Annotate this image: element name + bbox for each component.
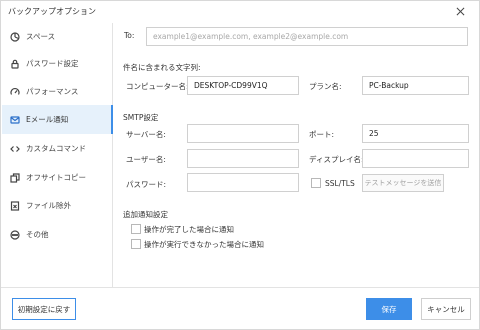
notify-on-fail-label: 操作が実行できなかった場合に通知	[144, 240, 264, 249]
password-input[interactable]	[187, 173, 299, 192]
backup-options-dialog: バックアップオプション スペース パスワード設定 パフォーマンス Eメール通知 …	[0, 0, 480, 330]
email-settings-panel: To: example1@example.com, example2@examp…	[114, 23, 479, 287]
email-icon	[7, 112, 23, 128]
notify-on-complete-checkbox[interactable]	[131, 224, 141, 234]
sidebar-item-password[interactable]: パスワード設定	[2, 50, 113, 77]
close-button[interactable]	[451, 3, 469, 21]
reset-defaults-button[interactable]: 初期設定に戻す	[12, 298, 76, 320]
file-exclude-icon	[7, 198, 23, 214]
computer-name-input[interactable]: DESKTOP-CD99V1Q	[187, 76, 299, 95]
additional-notification-heading: 追加通知設定	[123, 210, 168, 219]
sidebar-item-performance[interactable]: パフォーマンス	[2, 78, 113, 105]
close-icon	[456, 7, 465, 18]
offsite-copy-icon	[7, 170, 23, 186]
display-name-input[interactable]	[362, 149, 469, 168]
sidebar-item-other[interactable]: その他	[2, 221, 113, 248]
code-icon	[7, 141, 23, 157]
performance-icon	[7, 84, 23, 100]
ssl-tls-label: SSL/TLS	[325, 179, 355, 188]
dialog-title: バックアップオプション	[8, 7, 96, 16]
server-name-input[interactable]	[187, 124, 299, 143]
password-label: パスワード:	[126, 180, 167, 189]
port-label: ポート:	[309, 130, 335, 139]
send-test-message-button[interactable]: テストメッセージを送信	[362, 174, 444, 192]
sidebar-item-label: ファイル除外	[26, 201, 71, 210]
username-input[interactable]	[187, 149, 299, 168]
plan-name-label: プラン名:	[309, 82, 342, 91]
username-label: ユーザー名:	[126, 155, 166, 164]
sidebar-item-email[interactable]: Eメール通知	[2, 105, 113, 134]
subject-section-heading: 件名に含まれる文字列:	[123, 63, 201, 72]
sidebar-item-label: その他	[26, 230, 49, 239]
to-input[interactable]: example1@example.com, example2@example.c…	[146, 27, 468, 46]
to-label: To:	[124, 31, 135, 40]
space-icon	[7, 29, 23, 45]
lock-icon	[7, 56, 23, 72]
dialog-footer: 初期設定に戻す 保存 キャンセル	[1, 287, 479, 330]
sidebar-item-space[interactable]: スペース	[2, 23, 113, 50]
sidebar-item-label: オフサイトコピー	[26, 173, 86, 182]
sidebar-item-offsite-copy[interactable]: オフサイトコピー	[2, 164, 113, 191]
sidebar-item-custom-command[interactable]: カスタムコマンド	[2, 135, 113, 162]
notify-on-complete-label: 操作が完了した場合に通知	[144, 225, 234, 234]
sidebar-item-label: カスタムコマンド	[26, 144, 86, 153]
computer-name-label: コンピューター名:	[126, 82, 189, 91]
display-name-label: ディスプレイ名:	[309, 155, 364, 164]
sidebar-item-file-exclude[interactable]: ファイル除外	[2, 192, 113, 219]
port-input[interactable]: 25	[362, 124, 469, 143]
server-name-label: サーバー名:	[126, 130, 166, 139]
smtp-section-heading: SMTP設定	[123, 113, 159, 122]
plan-name-input[interactable]: PC-Backup	[362, 76, 469, 95]
cancel-button[interactable]: キャンセル	[421, 298, 471, 320]
sidebar: スペース パスワード設定 パフォーマンス Eメール通知 カスタムコマンド オフサ…	[2, 23, 113, 287]
other-icon	[7, 227, 23, 243]
save-button[interactable]: 保存	[366, 298, 412, 320]
title-bar: バックアップオプション	[1, 1, 479, 23]
ssl-tls-checkbox[interactable]	[311, 178, 321, 188]
notify-on-fail-checkbox[interactable]	[131, 239, 141, 249]
sidebar-item-label: パフォーマンス	[26, 87, 79, 96]
sidebar-item-label: パスワード設定	[26, 59, 79, 68]
sidebar-item-label: スペース	[26, 32, 56, 41]
sidebar-item-label: Eメール通知	[26, 115, 69, 124]
